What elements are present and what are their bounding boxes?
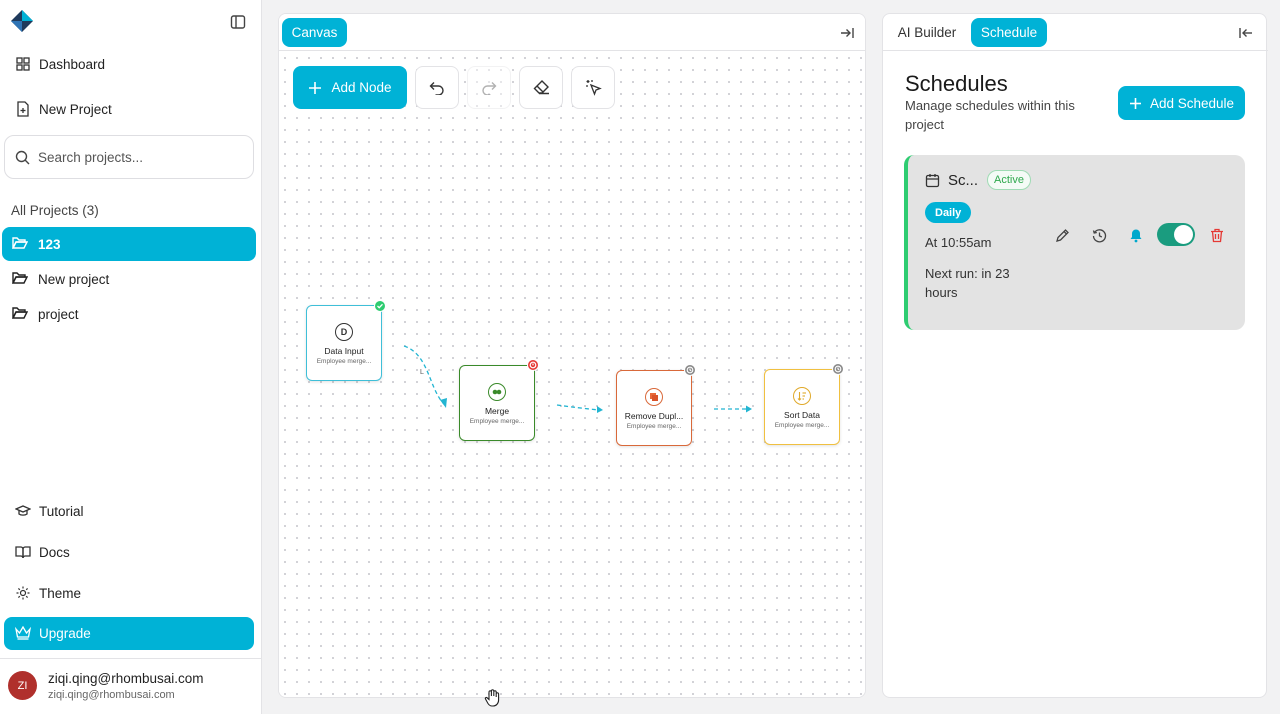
nav-theme[interactable]: Theme xyxy=(6,576,256,610)
nav-docs-label: Docs xyxy=(39,544,70,560)
search-box[interactable] xyxy=(4,135,254,179)
canvas-panel: Canvas Add Node L D Data Input Employee … xyxy=(278,13,866,698)
edit-icon[interactable] xyxy=(1053,226,1071,244)
edge-label: L xyxy=(420,369,424,376)
dashboard-icon xyxy=(15,56,31,72)
graduation-cap-icon xyxy=(15,503,31,519)
node-title: Remove Dupl... xyxy=(624,411,684,421)
add-schedule-button[interactable]: Add Schedule xyxy=(1118,86,1245,120)
nav-new-project-label: New Project xyxy=(39,101,112,117)
nav-tutorial[interactable]: Tutorial xyxy=(6,494,256,528)
node-subtitle: Employee merge... xyxy=(626,423,682,430)
project-item-123[interactable]: 123 xyxy=(2,227,256,261)
node-remove-duplicates[interactable]: Remove Dupl... Employee merge... xyxy=(616,370,692,446)
node-title: Data Input xyxy=(324,346,364,356)
avatar[interactable]: ZI xyxy=(8,671,37,700)
search-input[interactable] xyxy=(38,149,238,165)
project-label: project xyxy=(38,306,79,322)
node-sort-data[interactable]: Sort Data Employee merge... xyxy=(764,369,840,445)
project-label: New project xyxy=(38,271,110,287)
nav-new-project[interactable]: New Project xyxy=(6,92,256,126)
node-subtitle: Employee merge... xyxy=(469,418,525,425)
sort-icon xyxy=(793,387,811,405)
book-open-icon xyxy=(15,544,31,560)
schedule-time: At 10:55am xyxy=(925,235,992,250)
divider xyxy=(0,658,262,659)
schedule-toggle[interactable] xyxy=(1157,223,1195,246)
project-item-project[interactable]: project xyxy=(2,297,256,331)
nav-theme-label: Theme xyxy=(39,585,82,601)
status-badge: Active xyxy=(987,170,1031,190)
hand-cursor-icon xyxy=(484,689,500,707)
folder-open-icon xyxy=(12,236,28,252)
status-pending-icon xyxy=(832,363,844,375)
folder-open-icon xyxy=(12,271,28,287)
next-run: Next run: in 23 hours xyxy=(925,266,1010,300)
node-title: Merge xyxy=(484,406,510,416)
schedule-name: Sc... xyxy=(948,172,979,189)
nav-dashboard-label: Dashboard xyxy=(39,56,106,72)
app-logo[interactable] xyxy=(11,10,33,32)
project-label: 123 xyxy=(38,236,61,252)
crown-icon xyxy=(15,625,31,642)
tab-schedule[interactable]: Schedule xyxy=(971,18,1047,47)
page-subtitle: Manage schedules within this project xyxy=(905,98,1075,132)
node-merge[interactable]: Merge Employee merge... xyxy=(459,365,535,441)
add-schedule-label: Add Schedule xyxy=(1149,95,1235,111)
node-data-input[interactable]: D Data Input Employee merge... xyxy=(306,305,382,381)
toggle-knob xyxy=(1174,225,1193,244)
folder-open-icon xyxy=(12,306,28,322)
user-name: ziqi.qing@rhombusai.com xyxy=(48,671,204,686)
schedule-panel: AI Builder Schedule Schedules Manage sch… xyxy=(882,13,1268,698)
search-icon xyxy=(15,150,30,165)
sidebar: Dashboard New Project All Projects (3) 1… xyxy=(0,0,262,714)
project-item-new-project[interactable]: New project xyxy=(2,262,256,296)
schedule-card[interactable]: Sc... Active Daily At 10:55am Next run: … xyxy=(904,155,1245,330)
nav-docs[interactable]: Docs xyxy=(6,535,256,569)
collapse-left-icon[interactable] xyxy=(1238,25,1254,41)
right-panel-header: AI Builder Schedule xyxy=(883,14,1268,51)
data-input-icon: D xyxy=(335,323,353,341)
upgrade-button[interactable]: Upgrade xyxy=(4,617,254,650)
sidebar-toggle-icon[interactable] xyxy=(229,13,247,31)
status-pending-icon xyxy=(684,364,696,376)
bell-icon[interactable] xyxy=(1127,226,1145,244)
plus-icon xyxy=(1129,97,1142,110)
delete-icon[interactable] xyxy=(1208,226,1226,244)
sun-icon xyxy=(15,585,31,601)
nav-tutorial-label: Tutorial xyxy=(39,503,84,519)
node-subtitle: Employee merge... xyxy=(316,358,372,365)
history-icon[interactable] xyxy=(1090,226,1108,244)
node-subtitle: Employee merge... xyxy=(774,422,830,429)
calendar-icon xyxy=(925,173,940,188)
merge-icon xyxy=(488,383,506,401)
user-email: ziqi.qing@rhombusai.com xyxy=(48,689,175,701)
upgrade-label: Upgrade xyxy=(39,626,91,641)
frequency-badge: Daily xyxy=(925,202,972,223)
remove-duplicates-icon xyxy=(645,388,663,406)
status-success-icon xyxy=(374,300,386,312)
status-error-icon xyxy=(527,359,539,371)
tab-ai-builder[interactable]: AI Builder xyxy=(890,18,964,47)
page-title: Schedules xyxy=(905,71,1008,96)
new-file-icon xyxy=(15,101,31,117)
node-title: Sort Data xyxy=(784,410,820,420)
nav-dashboard[interactable]: Dashboard xyxy=(6,47,256,81)
projects-header: All Projects (3) xyxy=(11,203,99,218)
